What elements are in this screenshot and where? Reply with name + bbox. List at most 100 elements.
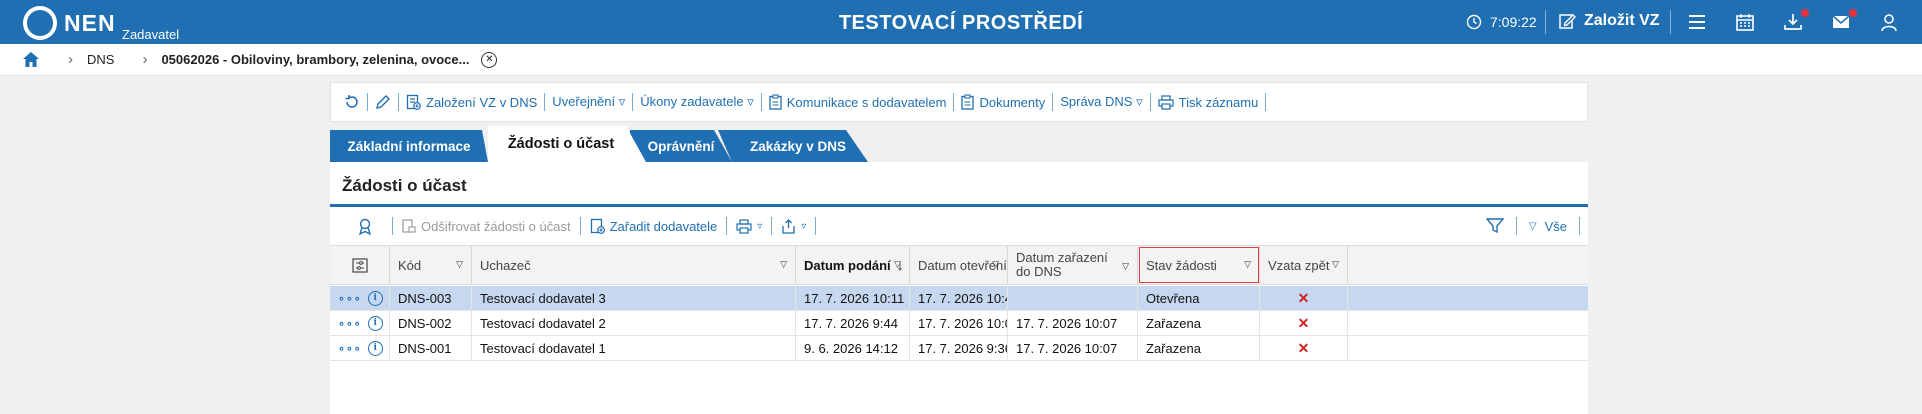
authority-actions-label: Úkony zadavatele ▿ (640, 94, 754, 109)
dns-management-menu[interactable]: Správa DNS ▿ (1053, 94, 1149, 110)
cell-opening-date: 17. 7. 2026 10:07 (910, 311, 1008, 335)
mail-button[interactable] (1830, 9, 1857, 33)
tab-label: Oprávnění (647, 138, 715, 154)
cell-request-status: Zařazena (1138, 336, 1260, 360)
more-options-icon[interactable]: ∘∘∘ (338, 342, 362, 355)
top-bar: NEN Zadavatel TESTOVACÍ PROSTŘEDÍ 7:09:2… (0, 0, 1922, 44)
withdrawn-no-icon: ✕ (1260, 286, 1348, 310)
toolbar-divider (1052, 93, 1054, 111)
supplier-communication-button[interactable]: Komunikace s dodavatelem (762, 94, 954, 110)
filter-icon[interactable] (1485, 218, 1504, 234)
filter-caret-icon[interactable]: ▽ (1332, 259, 1339, 270)
tab-participation-requests[interactable]: Žádosti o účast (488, 126, 646, 162)
clock-icon (1466, 14, 1482, 30)
export-icon (782, 218, 795, 234)
documents-button[interactable]: Dokumenty (954, 94, 1052, 110)
assign-supplier-label: Zařadit dodavatele (609, 218, 718, 234)
publication-menu[interactable]: Uveřejnění ▿ (545, 94, 632, 110)
column-label: Datum zařazení do DNS (1016, 250, 1108, 279)
cell-dns-assignment-date: 17. 7. 2026 10:07 (1008, 311, 1138, 335)
refresh-icon (345, 95, 358, 108)
logo-subtitle: Zadavatel (122, 27, 180, 42)
create-vz-in-dns-button[interactable]: Založení VZ v DNS (399, 94, 544, 110)
certificate-button[interactable] (352, 218, 378, 235)
tab-permissions[interactable]: Oprávnění (630, 130, 732, 162)
filter-caret-icon[interactable]: ▽ (894, 259, 901, 270)
toolbar-divider (726, 217, 728, 235)
filter-caret-icon[interactable]: ▽ (1244, 259, 1251, 270)
create-vz-in-dns-label: Založení VZ v DNS (426, 94, 538, 110)
cell-applicant: Testovací dodavatel 1 (472, 336, 796, 360)
column-header-submission-date[interactable]: Datum podání ↓ ▽ (796, 246, 910, 284)
column-settings-button[interactable] (330, 246, 390, 284)
assign-supplier-button[interactable]: Zařadit dodavatele (585, 218, 723, 234)
decrypt-requests-button[interactable]: Odšifrovat žádosti o účast (397, 219, 576, 234)
withdrawn-no-icon: ✕ (1260, 311, 1348, 335)
refresh-button[interactable] (337, 94, 367, 110)
tab-label: Zakázky v DNS (749, 138, 847, 154)
column-header-code[interactable]: Kód ▽ (390, 246, 472, 284)
logo-text[interactable]: NEN (64, 10, 116, 37)
more-options-icon[interactable]: ∘∘∘ (338, 292, 362, 305)
filter-caret-icon[interactable]: ▽ (992, 259, 999, 270)
toolbar-divider (1265, 93, 1267, 111)
column-header-opening-date[interactable]: Datum otevření ▽ (910, 246, 1008, 284)
info-icon[interactable]: i (367, 290, 383, 306)
tab-contracts-in-dns[interactable]: Zakázky v DNS (718, 130, 868, 162)
print-menu-button[interactable]: ▿ (731, 218, 767, 234)
toolbar-divider (579, 217, 581, 235)
show-all-filter[interactable]: Vše (1545, 219, 1567, 234)
cell-dns-assignment-date: 17. 7. 2026 10:07 (1008, 336, 1138, 360)
table-row[interactable]: ∘∘∘ i DNS-003 Testovací dodavatel 3 17. … (330, 286, 1588, 311)
cell-submission-date: 17. 7. 2026 10:11 (796, 286, 910, 310)
print-record-button[interactable]: Tisk záznamu (1151, 95, 1266, 110)
home-icon[interactable] (22, 51, 40, 68)
main-content: Žádosti o účast Odšifrovat žádosti o úča… (330, 162, 1588, 414)
menu-icon[interactable] (1686, 11, 1708, 33)
filter-caret-icon[interactable]: ▽ (456, 259, 463, 270)
create-vz-label: Založit VZ (1584, 12, 1660, 29)
clipboard-icon (961, 94, 975, 110)
table-row[interactable]: ∘∘∘ i DNS-001 Testovací dodavatel 1 9. 6… (330, 336, 1588, 361)
column-header-request-status[interactable]: Stav žádosti ▽ (1138, 246, 1260, 284)
tab-label: Základní informace (347, 138, 471, 154)
info-icon[interactable]: i (367, 315, 383, 331)
withdrawn-no-icon: ✕ (1260, 336, 1348, 360)
user-icon[interactable] (1878, 11, 1900, 33)
tab-basic-info[interactable]: Základní informace (330, 130, 488, 162)
calendar-icon[interactable] (1734, 11, 1756, 33)
notification-dot (1849, 9, 1857, 17)
contracting-authority-actions-menu[interactable]: Úkony zadavatele ▿ (633, 94, 760, 110)
chevron-right-icon: › (68, 51, 73, 68)
column-label: Kód (398, 257, 422, 273)
close-icon[interactable]: ✕ (481, 51, 498, 68)
row-actions: ∘∘∘ i (330, 336, 390, 360)
column-header-withdrawn[interactable]: Vzata zpět ▽ (1260, 246, 1348, 284)
session-clock: 7:09:22 (1466, 14, 1537, 30)
filter-caret-icon[interactable]: ▽ (780, 259, 787, 270)
dns-management-label: Správa DNS ▿ (1060, 94, 1143, 109)
column-header-dns-assignment-date[interactable]: Datum zařazení do DNS ▽ (1008, 246, 1138, 284)
toolbar-divider (1579, 217, 1580, 235)
document-add-icon (590, 218, 605, 234)
edit-button[interactable] (368, 94, 398, 110)
create-vz-button[interactable]: Založit VZ (1558, 12, 1660, 30)
table-row[interactable]: ∘∘∘ i DNS-002 Testovací dodavatel 2 17. … (330, 311, 1588, 336)
edit-icon (1559, 14, 1576, 29)
filter-caret-icon[interactable]: ▽ (1122, 259, 1129, 273)
column-header-applicant[interactable]: Uchazeč ▽ (472, 246, 796, 284)
breadcrumb-item-dns[interactable]: DNS (87, 52, 114, 67)
info-icon[interactable]: i (367, 340, 383, 356)
export-menu-button[interactable]: ▿ (776, 218, 811, 234)
nen-logo-icon[interactable] (22, 5, 58, 41)
more-options-icon[interactable]: ∘∘∘ (338, 317, 362, 330)
download-button[interactable] (1782, 9, 1809, 33)
documents-label: Dokumenty (979, 94, 1046, 110)
toolbar-divider (815, 217, 817, 235)
cell-opening-date: 17. 7. 2026 10:44 (910, 286, 1008, 310)
print-record-label: Tisk záznamu (1178, 94, 1259, 110)
filter-caret-icon[interactable]: ▽ (1529, 221, 1537, 232)
cell-request-status: Zařazena (1138, 311, 1260, 335)
supplier-communication-label: Komunikace s dodavatelem (786, 94, 947, 110)
clipboard-icon (769, 94, 782, 110)
